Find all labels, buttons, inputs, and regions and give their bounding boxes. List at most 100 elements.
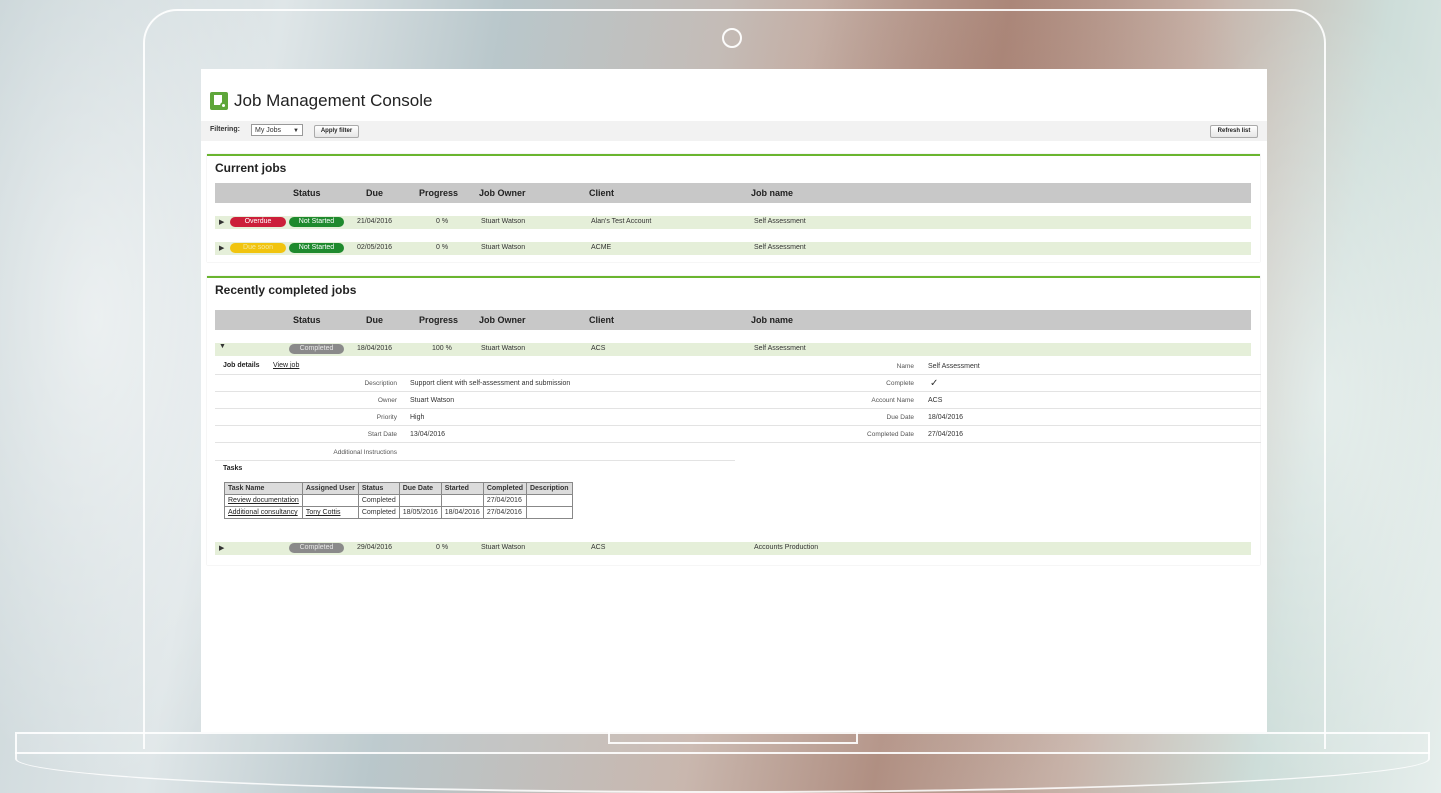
divider bbox=[215, 460, 735, 461]
task-name-link[interactable]: Additional consultancy bbox=[224, 506, 303, 519]
name-value: Self Assessment bbox=[928, 363, 980, 370]
due-soon-badge: Due soon bbox=[230, 243, 286, 253]
client: ACS bbox=[591, 544, 606, 551]
task-due: 18/05/2016 bbox=[398, 506, 442, 519]
camera-icon bbox=[722, 28, 742, 48]
priority-value: High bbox=[410, 414, 425, 421]
task-col-started: Started bbox=[440, 482, 484, 495]
priority-label: Priority bbox=[376, 414, 397, 421]
completed-job-row[interactable]: ▶ Completed 29/04/2016 0 % Stuart Watson… bbox=[215, 542, 1251, 555]
divider bbox=[215, 391, 1261, 392]
progress: 100 % bbox=[432, 345, 452, 352]
due-date-label: Due Date bbox=[886, 414, 914, 421]
due-date-value: 18/04/2016 bbox=[928, 414, 964, 421]
complete-check-icon: ✓ bbox=[930, 378, 939, 389]
current-job-row[interactable]: ▶ Overdue Not Started 21/04/2016 0 % Stu… bbox=[215, 216, 1251, 229]
current-job-row[interactable]: ▶ Due soon Not Started 02/05/2016 0 % St… bbox=[215, 242, 1251, 255]
task-col-user: Assigned User bbox=[301, 482, 359, 495]
due-date: 21/04/2016 bbox=[357, 218, 393, 225]
job-console-icon bbox=[210, 92, 228, 110]
divider bbox=[215, 374, 1261, 375]
task-col-name: Task Name bbox=[224, 482, 303, 495]
task-col-due: Due Date bbox=[398, 482, 442, 495]
expand-icon[interactable]: ▶ bbox=[219, 544, 224, 552]
completed-badge: Completed bbox=[289, 344, 344, 354]
divider bbox=[215, 408, 1261, 409]
progress: 0 % bbox=[436, 244, 449, 251]
filter-label: Filtering: bbox=[210, 126, 240, 133]
completed-jobs-title: Recently completed jobs bbox=[215, 283, 357, 297]
task-col-status: Status bbox=[357, 482, 400, 495]
progress: 0 % bbox=[436, 218, 449, 225]
task-started bbox=[440, 494, 484, 507]
filter-select[interactable]: My Jobs ▼ bbox=[251, 124, 303, 136]
tasks-table: Task Name Assigned User Status Due Date … bbox=[224, 482, 573, 519]
expand-icon[interactable]: ▶ bbox=[219, 218, 224, 226]
laptop-notch bbox=[608, 732, 858, 744]
client: ACME bbox=[591, 244, 612, 251]
completed-date-value: 27/04/2016 bbox=[928, 431, 964, 438]
account-name-value: ACS bbox=[928, 397, 943, 404]
page-title: Job Management Console bbox=[234, 91, 433, 110]
not-started-badge: Not Started bbox=[289, 243, 344, 253]
col-progress: Progress bbox=[419, 315, 459, 325]
tasks-header-row: Task Name Assigned User Status Due Date … bbox=[224, 482, 573, 495]
dropdown-arrow-icon: ▼ bbox=[293, 128, 299, 134]
page-header: Job Management Console bbox=[210, 91, 432, 111]
account-name-label: Account Name bbox=[871, 397, 914, 404]
task-name-link[interactable]: Review documentation bbox=[224, 494, 303, 507]
col-status: Status bbox=[293, 315, 321, 325]
job-name: Accounts Production bbox=[754, 544, 819, 551]
task-col-description: Description bbox=[525, 482, 573, 495]
divider bbox=[215, 442, 1261, 443]
start-date-value: 13/04/2016 bbox=[410, 431, 446, 438]
filter-bar: Filtering: My Jobs ▼ Apply filter Refres… bbox=[201, 121, 1267, 141]
current-jobs-header: Status Due Progress Job Owner Client Job… bbox=[215, 183, 1251, 203]
app-screen: Job Management Console Filtering: My Job… bbox=[201, 69, 1267, 732]
table-row: Additional consultancy Tony Cottis Compl… bbox=[224, 506, 573, 519]
task-completed: 27/04/2016 bbox=[482, 506, 527, 519]
job-details-heading: Job details bbox=[223, 362, 260, 369]
col-job-name: Job name bbox=[751, 188, 794, 198]
view-job-link[interactable]: View job bbox=[273, 362, 299, 369]
table-row: Review documentation Completed 27/04/201… bbox=[224, 494, 573, 507]
task-started: 18/04/2016 bbox=[440, 506, 484, 519]
job-name: Self Assessment bbox=[754, 218, 806, 225]
owner-label: Owner bbox=[377, 397, 397, 404]
name-label: Name bbox=[896, 363, 914, 370]
completed-job-row[interactable]: ▼ Completed 18/04/2016 100 % Stuart Wats… bbox=[215, 343, 1251, 356]
expand-icon[interactable]: ▶ bbox=[219, 244, 224, 252]
refresh-list-button[interactable]: Refresh list bbox=[1210, 125, 1258, 138]
col-due: Due bbox=[366, 315, 384, 325]
col-client: Client bbox=[589, 315, 615, 325]
apply-filter-button[interactable]: Apply filter bbox=[314, 125, 359, 138]
description-label: Description bbox=[364, 380, 397, 387]
col-due: Due bbox=[366, 188, 384, 198]
owner-value: Stuart Watson bbox=[410, 397, 455, 404]
job-name: Self Assessment bbox=[754, 244, 806, 251]
start-date-label: Start Date bbox=[367, 431, 397, 438]
task-col-completed: Completed bbox=[482, 482, 527, 495]
col-progress: Progress bbox=[419, 188, 459, 198]
complete-label: Complete bbox=[886, 380, 914, 387]
job-owner: Stuart Watson bbox=[481, 218, 526, 225]
divider bbox=[215, 425, 1261, 426]
task-description bbox=[525, 506, 573, 519]
description-value: Support client with self-assessment and … bbox=[410, 380, 571, 387]
job-owner: Stuart Watson bbox=[481, 544, 526, 551]
client: ACS bbox=[591, 345, 606, 352]
col-owner: Job Owner bbox=[479, 188, 526, 198]
task-user-link[interactable]: Tony Cottis bbox=[301, 506, 359, 519]
collapse-icon[interactable]: ▼ bbox=[219, 343, 226, 350]
col-owner: Job Owner bbox=[479, 315, 526, 325]
task-user bbox=[301, 494, 359, 507]
job-owner: Stuart Watson bbox=[481, 244, 526, 251]
task-due bbox=[398, 494, 442, 507]
job-owner: Stuart Watson bbox=[481, 345, 526, 352]
overdue-badge: Overdue bbox=[230, 217, 286, 227]
task-status: Completed bbox=[357, 506, 400, 519]
additional-instructions-label: Additional Instructions bbox=[333, 449, 397, 456]
progress: 0 % bbox=[436, 544, 449, 551]
task-status: Completed bbox=[357, 494, 400, 507]
due-date: 29/04/2016 bbox=[357, 544, 393, 551]
